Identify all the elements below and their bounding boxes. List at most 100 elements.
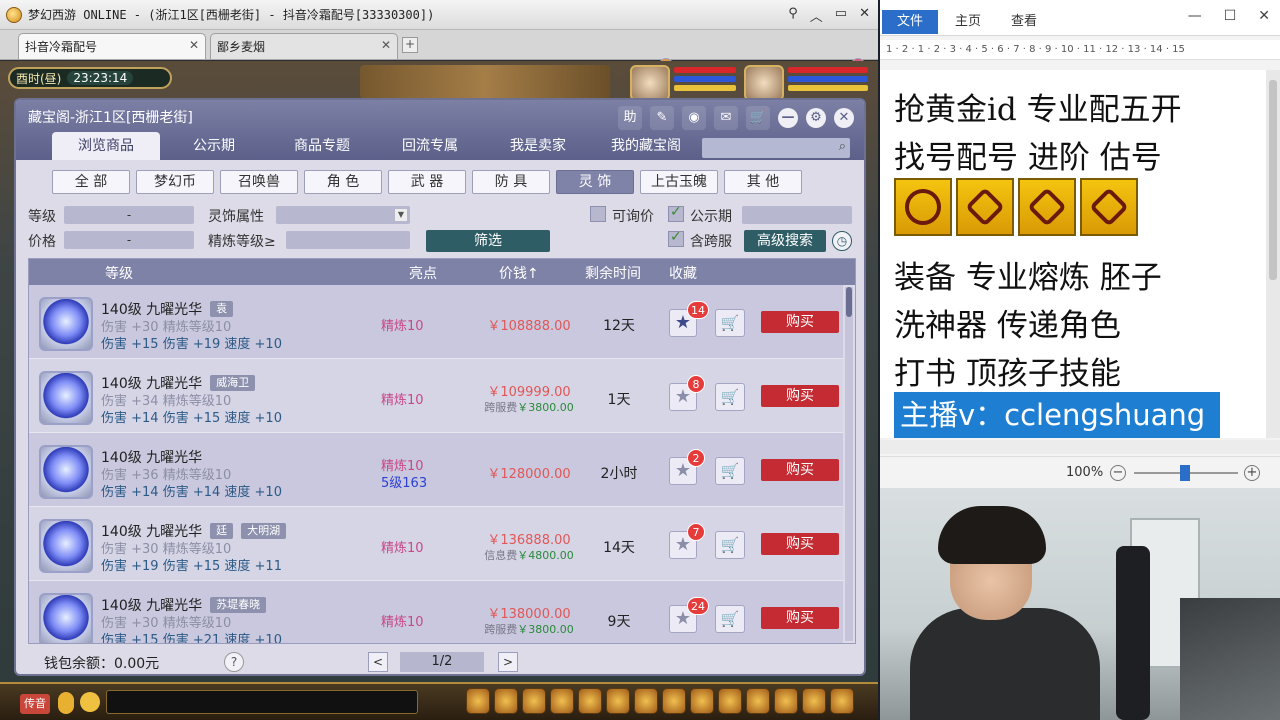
- zoom-in-button[interactable]: +: [1244, 465, 1260, 481]
- chat-channel-button[interactable]: 传音: [20, 694, 50, 714]
- cart-icon[interactable]: 🛒: [715, 383, 745, 411]
- system-icon[interactable]: [802, 688, 826, 714]
- item-thumbnail[interactable]: [39, 445, 93, 499]
- tab-close-icon[interactable]: ✕: [189, 38, 199, 52]
- give-icon[interactable]: [522, 688, 546, 714]
- category-currency[interactable]: 梦幻币: [136, 170, 214, 194]
- category-accessories[interactable]: 灵 饰: [556, 170, 634, 194]
- close-icon[interactable]: ✕: [1258, 8, 1270, 24]
- scrollbar-thumb[interactable]: [1269, 80, 1277, 280]
- item-thumbnail[interactable]: [39, 593, 93, 643]
- browser-tab-1[interactable]: 抖音冷霜配号 ✕: [18, 33, 673, 72]
- cart-icon[interactable]: 🛒: [746, 106, 770, 130]
- chat-icon[interactable]: ✉: [714, 106, 738, 130]
- team-icon[interactable]: [578, 688, 602, 714]
- emoji-icon[interactable]: [80, 692, 100, 712]
- public-checkbox[interactable]: [668, 204, 684, 222]
- attr-select[interactable]: ▼: [276, 206, 410, 224]
- cart-icon[interactable]: 🛒: [715, 605, 745, 633]
- maximize-icon[interactable]: ☐: [1224, 8, 1237, 24]
- restore-icon[interactable]: ▭: [835, 6, 847, 25]
- attack-icon[interactable]: [466, 688, 490, 714]
- cross-server-checkbox[interactable]: [668, 229, 684, 247]
- help-icon[interactable]: ?: [224, 652, 244, 672]
- category-all[interactable]: 全 部: [52, 170, 130, 194]
- col-highlight[interactable]: 亮点: [409, 263, 437, 283]
- category-weapons[interactable]: 武 器: [388, 170, 466, 194]
- table-row[interactable]: 140级 九曜光华廷大明湖 伤害 +30 精炼等级10 伤害 +19 伤害 +1…: [29, 507, 843, 581]
- task-icon[interactable]: [634, 688, 658, 714]
- table-row[interactable]: 140级 九曜光华 威海卫 伤害 +34 精炼等级10 伤害 +14 伤害 +15…: [29, 359, 843, 433]
- buy-button[interactable]: 购买: [761, 607, 839, 629]
- buy-button[interactable]: 购买: [761, 459, 839, 481]
- tab-seller[interactable]: 我是卖家: [484, 132, 592, 160]
- friend-icon[interactable]: [690, 688, 714, 714]
- gang-icon[interactable]: [662, 688, 686, 714]
- ranking-icon[interactable]: [774, 688, 798, 714]
- settings-icon[interactable]: ◉: [682, 106, 706, 130]
- bag-icon[interactable]: [494, 688, 518, 714]
- clock-icon[interactable]: ◷: [832, 231, 852, 251]
- inquiry-checkbox[interactable]: [590, 206, 606, 222]
- search-icon[interactable]: ⌕: [839, 139, 846, 154]
- table-row[interactable]: 140级 九曜光华 伤害 +36 精炼等级10 伤害 +14 伤害 +14 速度…: [29, 433, 843, 507]
- filter-button[interactable]: 筛选: [426, 230, 550, 252]
- mail-icon[interactable]: [830, 688, 854, 714]
- minimize-icon[interactable]: ︿: [810, 6, 823, 25]
- chat-input[interactable]: [106, 690, 418, 714]
- new-tab-button[interactable]: +: [402, 37, 418, 53]
- public-field[interactable]: [742, 206, 852, 224]
- buy-button[interactable]: 购买: [761, 385, 839, 407]
- document-page[interactable]: 抢黄金id 专业配五开 找号配号 进阶 估号 装备 专业熔炼 胚子 洗神器 传递…: [880, 70, 1266, 438]
- refine-field[interactable]: [286, 231, 410, 249]
- cart-icon[interactable]: 🛒: [715, 457, 745, 485]
- zoom-slider-thumb[interactable]: [1180, 465, 1190, 481]
- player-portrait[interactable]: [744, 65, 784, 101]
- col-price[interactable]: 价钱↑: [499, 263, 539, 283]
- buy-button[interactable]: 购买: [761, 533, 839, 555]
- level-field[interactable]: -: [64, 206, 194, 224]
- pet-portrait[interactable]: [630, 65, 670, 101]
- tab-browse[interactable]: 浏览商品: [52, 132, 160, 160]
- zoom-out-button[interactable]: −: [1110, 465, 1126, 481]
- tab-view[interactable]: 查看: [996, 10, 1052, 34]
- share-icon[interactable]: ✎: [650, 106, 674, 130]
- category-other[interactable]: 其 他: [724, 170, 802, 194]
- col-remain[interactable]: 剩余时间: [585, 263, 641, 283]
- help-button[interactable]: 助: [618, 106, 642, 130]
- minimize-icon[interactable]: —: [1188, 8, 1202, 24]
- cart-icon[interactable]: 🛒: [715, 309, 745, 337]
- advanced-search-button[interactable]: 高级搜索: [744, 230, 826, 252]
- cart-icon[interactable]: 🛒: [715, 531, 745, 559]
- pin-icon[interactable]: ⚲: [788, 6, 798, 25]
- panel-settings-icon[interactable]: ⚙: [806, 108, 826, 128]
- col-fav[interactable]: 收藏: [669, 263, 697, 283]
- tab-topics[interactable]: 商品专题: [268, 132, 376, 160]
- shop-icon[interactable]: [718, 688, 742, 714]
- tab-return[interactable]: 回流专属: [376, 132, 484, 160]
- category-jade[interactable]: 上古玉魄: [640, 170, 718, 194]
- browser-tab-2[interactable]: 鄙乡麦烟 ✕: [210, 33, 865, 72]
- scrollbar-thumb[interactable]: [846, 287, 852, 317]
- close-panel-icon[interactable]: ✕: [834, 108, 854, 128]
- close-icon[interactable]: ✕: [859, 6, 870, 25]
- tab-public[interactable]: 公示期: [160, 132, 268, 160]
- category-armor[interactable]: 防 具: [472, 170, 550, 194]
- category-pets[interactable]: 召唤兽: [220, 170, 298, 194]
- price-field[interactable]: -: [64, 231, 194, 249]
- next-page-button[interactable]: >: [498, 652, 518, 672]
- minimize-panel-icon[interactable]: —: [778, 108, 798, 128]
- pet-icon[interactable]: [606, 688, 630, 714]
- mic-icon[interactable]: [58, 692, 74, 714]
- tab-close-icon[interactable]: ✕: [381, 38, 391, 52]
- item-thumbnail[interactable]: [39, 371, 93, 425]
- col-level[interactable]: 等级: [105, 263, 133, 283]
- doc-hscrollbar[interactable]: [880, 440, 1280, 454]
- prev-page-button[interactable]: <: [368, 652, 388, 672]
- tab-my-pavilion[interactable]: 我的藏宝阁: [592, 132, 700, 160]
- table-row[interactable]: 140级 九曜光华 苏堤春晓 伤害 +30 精炼等级10 伤害 +15 伤害 +2…: [29, 581, 843, 643]
- tab-file[interactable]: 文件: [882, 10, 938, 34]
- tab-home[interactable]: 主页: [940, 10, 996, 34]
- zoom-slider[interactable]: [1134, 465, 1238, 481]
- buy-button[interactable]: 购买: [761, 311, 839, 333]
